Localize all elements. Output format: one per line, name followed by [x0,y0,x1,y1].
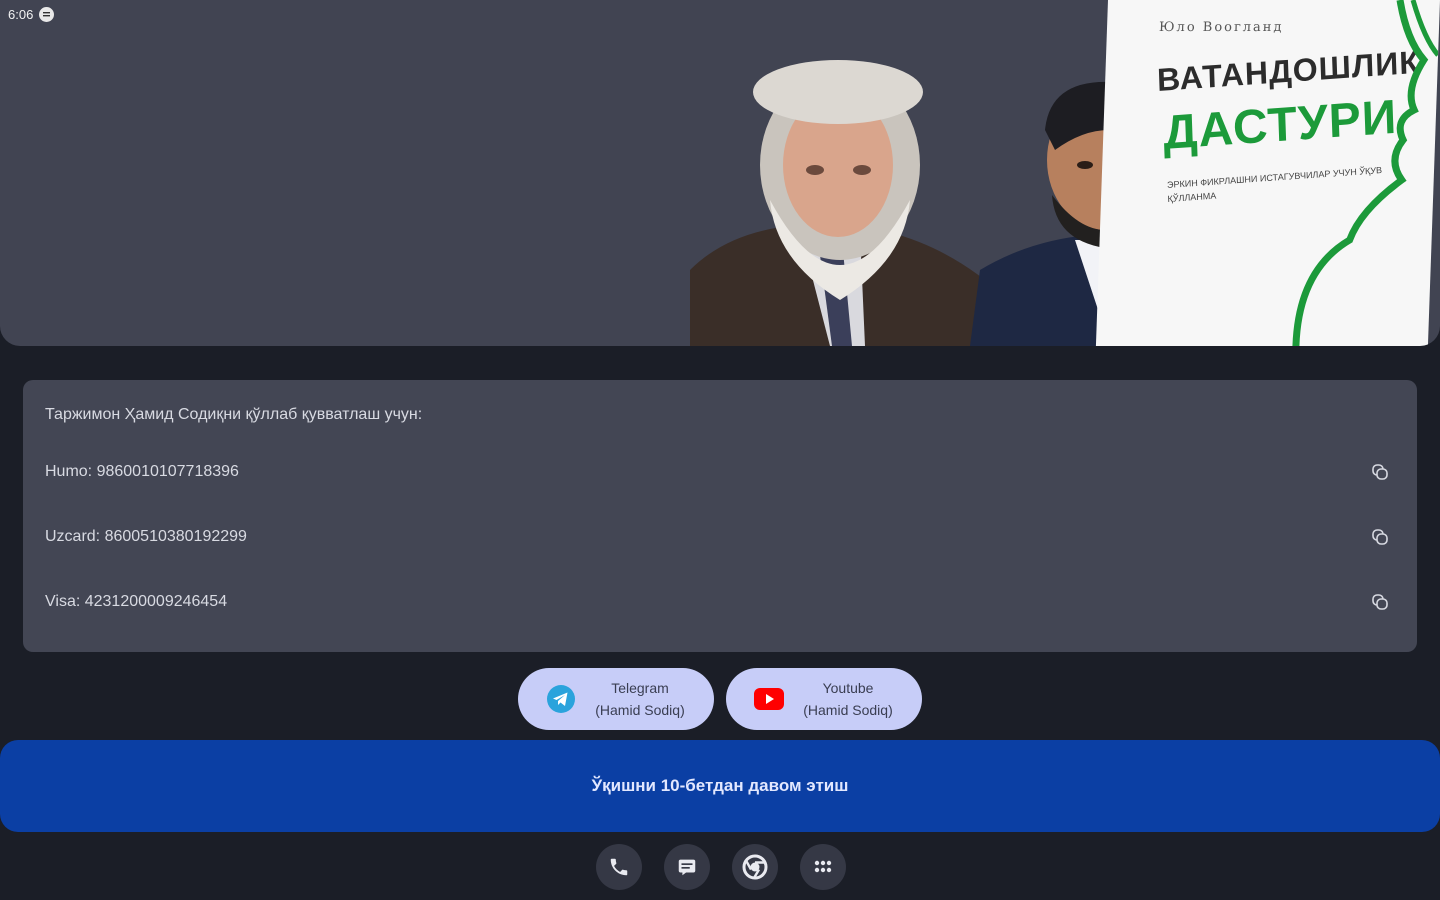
copy-humo-button[interactable] [1365,457,1395,487]
messages-icon [678,859,696,876]
chrome-icon [742,854,768,880]
chrome-app-button[interactable] [732,844,778,890]
social-links: Telegram (Hamid Sodiq) Youtube (Hamid So… [518,668,922,730]
youtube-label: Youtube (Hamid Sodiq) [784,677,922,721]
youtube-icon [754,688,784,710]
card-row-visa: Visa: 4231200009246454 [45,587,1395,617]
youtube-button[interactable]: Youtube (Hamid Sodiq) [726,668,922,730]
continue-reading-label: Ўқишни 10-бетдан давом этиш [591,776,849,795]
telegram-title: Telegram [611,680,669,696]
status-bar: 6:06 [0,0,208,28]
messages-app-button[interactable] [664,844,710,890]
face-profile-decoration [1292,0,1440,346]
copy-uzcard-button[interactable] [1365,522,1395,552]
card-number-visa: Visa: 4231200009246454 [45,593,228,610]
support-title: Таржимон Ҳамид Содиқни қўллаб қувватлаш … [45,406,423,423]
copy-visa-button[interactable] [1365,587,1395,617]
card-number-humo: Humo: 9860010107718396 [45,463,239,480]
youtube-title: Youtube [822,680,874,696]
copy-icon [1372,464,1388,480]
telegram-icon [547,685,575,713]
telegram-button[interactable]: Telegram (Hamid Sodiq) [518,668,714,730]
card-row-uzcard: Uzcard: 8600510380192299 [45,522,1395,552]
book-cover-image: Юло Воогланд ВАТАНДОШЛИК ДАСТУРИ Эркин ф… [1095,0,1440,346]
youtube-subtitle: (Hamid Sodiq) [803,702,893,718]
apps-grid-icon [814,860,832,873]
copy-icon [1372,529,1388,545]
card-row-humo: Humo: 9860010107718396 [45,457,1395,487]
phone-icon [610,858,628,876]
card-number-uzcard: Uzcard: 8600510380192299 [45,528,247,545]
phone-app-button[interactable] [596,844,642,890]
continue-reading-button[interactable]: Ўқишни 10-бетдан давом этиш [0,740,1440,832]
telegram-label: Telegram (Hamid Sodiq) [576,677,714,721]
app-drawer-button[interactable] [800,844,846,890]
taskbar-dock [596,844,846,890]
hero-banner: Юло Воогланд ВАТАНДОШЛИК ДАСТУРИ Эркин ф… [0,0,1440,346]
status-time: 6:06 [8,6,34,22]
support-card: Таржимон Ҳамид Содиқни қўллаб қувватлаш … [23,380,1417,652]
copy-icon [1372,594,1388,610]
notification-icon [39,6,55,22]
telegram-subtitle: (Hamid Sodiq) [595,702,685,718]
